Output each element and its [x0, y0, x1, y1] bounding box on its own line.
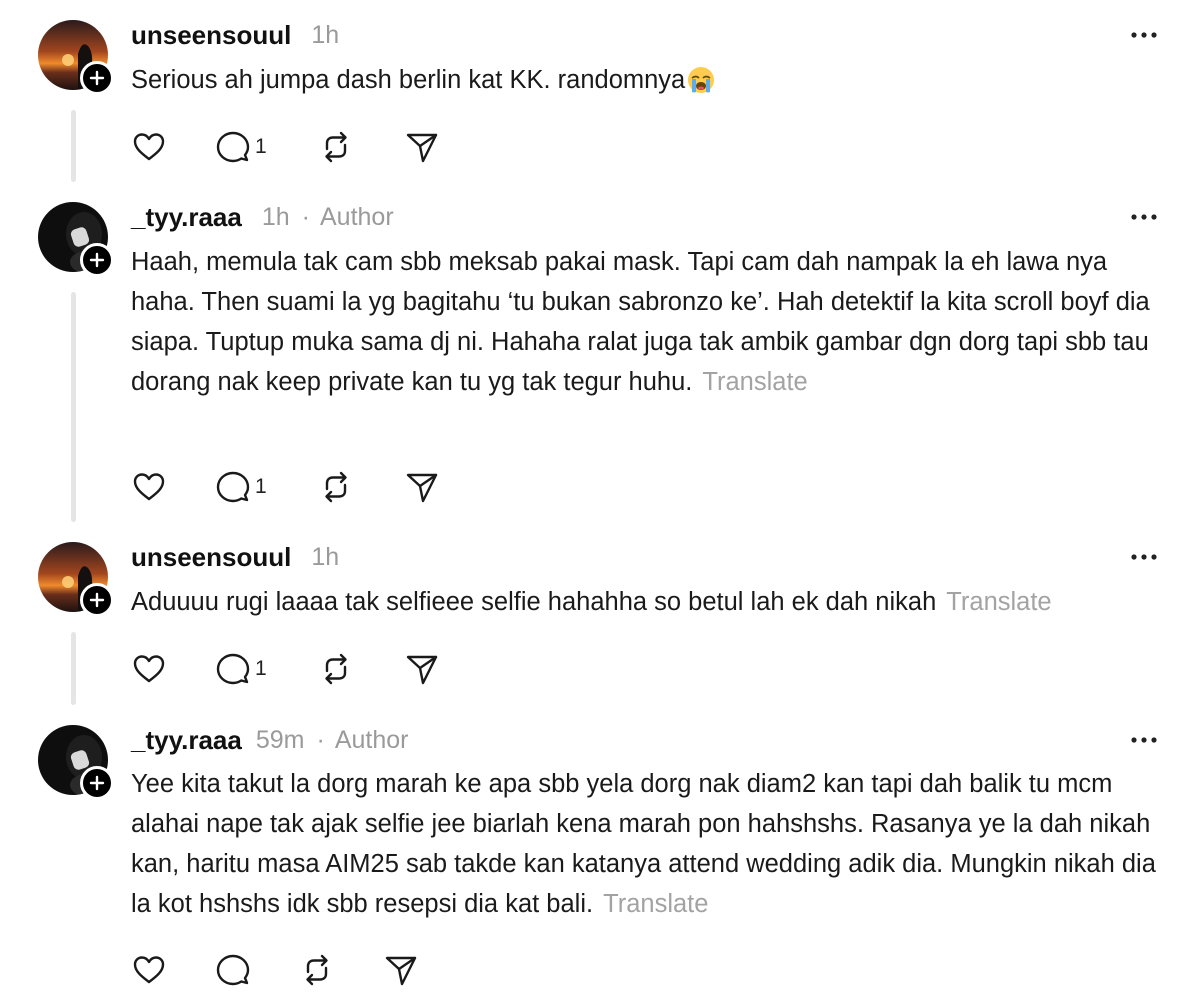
repost-icon: [325, 653, 347, 685]
more-options-icon: [1131, 32, 1157, 38]
thread-replies: unseensouul 1h Serious ah jumpa dash ber…: [0, 0, 1200, 1005]
post: unseensouul 1h Serious ah jumpa dash ber…: [0, 0, 1200, 182]
username[interactable]: unseensouul: [131, 20, 291, 51]
reply-button[interactable]: 1: [215, 467, 318, 507]
post-header: unseensouul 1h: [131, 540, 339, 574]
reply-count: 1: [255, 657, 267, 680]
heart-icon: [133, 655, 165, 683]
post-text: Haah, memula tak cam sbb meksab pakai ma…: [131, 248, 1150, 396]
like-button[interactable]: [131, 467, 215, 507]
thread-line: [71, 292, 76, 522]
avatar[interactable]: [38, 202, 114, 277]
send-icon: [406, 133, 438, 163]
post-text: Serious ah jumpa dash berlin kat KK. ran…: [131, 66, 686, 94]
author-tag: Author: [334, 725, 409, 754]
thread-line: [71, 110, 76, 182]
post-actions: [131, 950, 419, 990]
share-button[interactable]: [404, 649, 440, 689]
post-text-container: Serious ah jumpa dash berlin kat KK. ran…: [131, 60, 1166, 106]
more-options-icon: [1131, 554, 1157, 560]
repost-icon: [306, 954, 328, 986]
timestamp[interactable]: 59m: [256, 726, 305, 755]
author-tag: Author: [319, 202, 394, 231]
follow-button[interactable]: [80, 766, 114, 800]
plus-icon: [89, 592, 105, 608]
plus-icon: [89, 70, 105, 86]
post: _tyy.raaa 59m · Author Yee kita takut la…: [0, 705, 1200, 1005]
more-options-button[interactable]: [1128, 22, 1160, 48]
avatar[interactable]: [38, 542, 114, 617]
separator: ·: [316, 725, 325, 754]
send-icon: [385, 956, 417, 986]
follow-button[interactable]: [80, 583, 114, 617]
username[interactable]: unseensouul: [131, 542, 291, 573]
post-actions: 1: [131, 649, 440, 689]
follow-button[interactable]: [80, 61, 114, 95]
post-text: Aduuuu rugi laaaa tak selfieee selfie ha…: [131, 588, 937, 616]
reply-count: 1: [255, 475, 267, 498]
more-options-button[interactable]: [1128, 544, 1160, 570]
post-text-container: Yee kita takut la dorg marah ke apa sbb …: [131, 764, 1166, 924]
send-icon: [406, 655, 438, 685]
separator: ·: [301, 202, 310, 231]
like-button[interactable]: [131, 127, 215, 167]
share-button[interactable]: [404, 127, 440, 167]
more-options-button[interactable]: [1128, 204, 1160, 230]
share-button[interactable]: [383, 950, 419, 990]
more-options-icon: [1131, 214, 1157, 220]
post-actions: 1: [131, 127, 440, 167]
avatar[interactable]: [38, 20, 114, 95]
comment-icon: [216, 653, 250, 685]
post-header: _tyy.raaa 1h · Author: [131, 200, 394, 234]
repost-icon: [325, 131, 347, 163]
like-button[interactable]: [131, 649, 215, 689]
more-options-icon: [1131, 737, 1157, 743]
reply-button[interactable]: 1: [215, 649, 318, 689]
translate-link[interactable]: Translate: [702, 368, 807, 396]
like-button[interactable]: [131, 950, 215, 990]
timestamp[interactable]: 1h: [311, 543, 339, 572]
repost-button[interactable]: [299, 950, 383, 990]
more-options-button[interactable]: [1128, 727, 1160, 753]
repost-button[interactable]: [318, 649, 404, 689]
comment-icon: [216, 131, 250, 163]
heart-icon: [133, 956, 165, 984]
username[interactable]: _tyy.raaa: [131, 202, 242, 233]
post-header: _tyy.raaa 59m · Author: [131, 723, 408, 757]
comment-icon: [216, 954, 250, 986]
post-actions: 1: [131, 467, 440, 507]
repost-button[interactable]: [318, 127, 404, 167]
avatar[interactable]: [38, 725, 114, 800]
post: unseensouul 1h Aduuuu rugi laaaa tak sel…: [0, 522, 1200, 705]
translate-link[interactable]: Translate: [603, 890, 708, 918]
post-header: unseensouul 1h: [131, 18, 339, 52]
plus-icon: [89, 252, 105, 268]
comment-icon: [216, 471, 250, 503]
send-icon: [406, 473, 438, 503]
plus-icon: [89, 775, 105, 791]
post-text-container: Haah, memula tak cam sbb meksab pakai ma…: [131, 242, 1166, 402]
repost-icon: [325, 471, 347, 503]
follow-button[interactable]: [80, 243, 114, 277]
timestamp[interactable]: 1h: [311, 21, 339, 50]
repost-button[interactable]: [318, 467, 404, 507]
post: _tyy.raaa 1h · Author Haah, memula tak c…: [0, 182, 1200, 522]
post-text-container: Aduuuu rugi laaaa tak selfieee selfie ha…: [131, 582, 1166, 622]
share-button[interactable]: [404, 467, 440, 507]
timestamp[interactable]: 1h: [262, 203, 290, 232]
translate-link[interactable]: Translate: [946, 588, 1051, 616]
username[interactable]: _tyy.raaa: [131, 725, 242, 756]
heart-icon: [133, 133, 165, 161]
reply-button[interactable]: 1: [215, 127, 318, 167]
loudly-crying-face-icon: [687, 66, 715, 106]
heart-icon: [133, 473, 165, 501]
reply-count: 1: [255, 135, 267, 158]
thread-line: [71, 632, 76, 705]
reply-button[interactable]: [215, 950, 299, 990]
